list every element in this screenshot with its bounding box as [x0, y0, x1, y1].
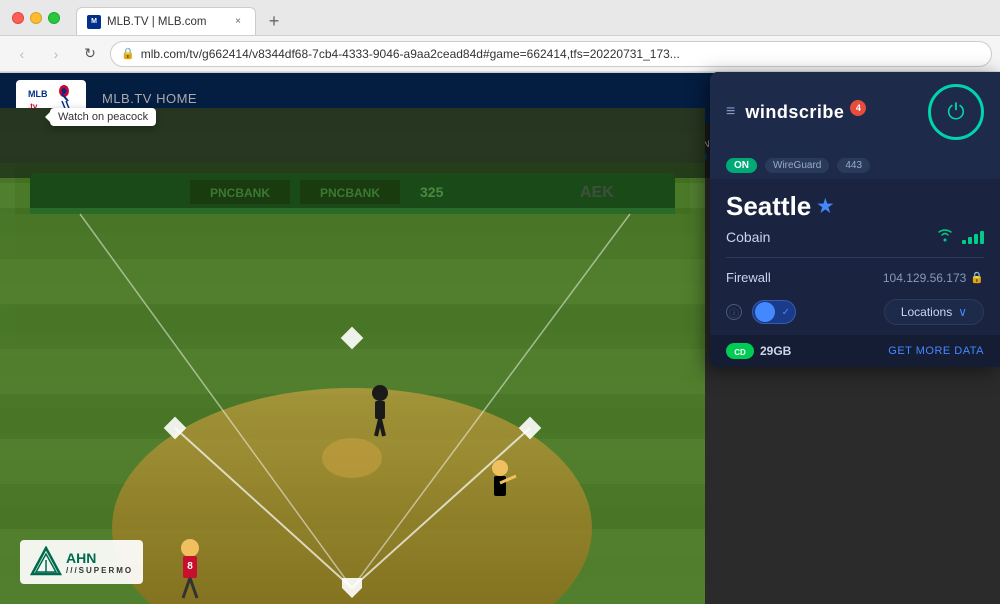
power-icon: ⏻ [947, 99, 964, 125]
signal-bar-2 [968, 237, 972, 244]
tooltip-arrow [45, 112, 50, 122]
toggle-thumb [755, 302, 775, 322]
svg-text:8: 8 [187, 561, 193, 572]
toggle-check: ✓ [782, 307, 790, 318]
svg-text:AEK: AEK [580, 184, 614, 201]
signal-bar-4 [980, 231, 984, 244]
browser-chrome: M MLB.TV | MLB.com × + ‹ › ↻ 🔒 mlb.com/t… [0, 0, 1000, 73]
ahn-brand-text: AHN ///SUPERMO [66, 550, 133, 575]
tab-close-button[interactable]: × [231, 15, 245, 29]
port-badge: 443 [837, 158, 870, 173]
ahn-logo-svg [30, 546, 62, 578]
firewall-toggle[interactable]: ✓ [752, 300, 796, 324]
minimize-button[interactable] [30, 12, 42, 24]
maximize-button[interactable] [48, 12, 60, 24]
url-text: mlb.com/tv/g662414/v8344df68-7cb4-4333-9… [141, 47, 981, 61]
ahn-logo: AHN ///SUPERMO [30, 546, 133, 578]
mlb-nav-title: MLB.TV HOME [102, 91, 197, 106]
forward-button[interactable]: › [42, 40, 70, 68]
ws-toggle-row: ⓘ ✓ Locations ∨ [710, 293, 1000, 335]
protocol-badge: WireGuard [765, 158, 829, 173]
ahn-overlay: AHN ///SUPERMO [20, 540, 143, 584]
peacock-tooltip: Watch on peacock [50, 108, 156, 126]
data-remaining: 29GB [760, 344, 791, 358]
locations-text: Locations [901, 305, 952, 319]
tab-title: MLB.TV | MLB.com [107, 16, 225, 28]
browser-tabs: M MLB.TV | MLB.com × + [76, 0, 988, 35]
chevron-down-icon: ∨ [958, 305, 967, 319]
on-badge: ON [726, 158, 757, 173]
menu-icon[interactable]: ≡ [726, 103, 735, 121]
video-container: PNCBANK PNCBANK 325 AEK [0, 108, 705, 604]
back-button[interactable]: ‹ [8, 40, 36, 68]
ws-server-row: Cobain [726, 228, 984, 245]
svg-text:325: 325 [420, 184, 444, 200]
svg-text:PNCBANK: PNCBANK [320, 186, 380, 200]
svg-text:MLB: MLB [28, 89, 48, 99]
refresh-button[interactable]: ↻ [76, 40, 104, 68]
tab-favicon: M [87, 15, 101, 29]
wifi-icon [936, 228, 954, 245]
divider-1 [726, 257, 984, 258]
ws-firewall-row: Firewall 104.129.56.173 🔒 [710, 262, 1000, 293]
address-bar[interactable]: 🔒 mlb.com/tv/g662414/v8344df68-7cb4-4333… [110, 41, 992, 67]
close-button[interactable] [12, 12, 24, 24]
ws-status-bar: ON WireGuard 443 [710, 152, 1000, 179]
ws-data-left: CD 29GB [726, 343, 791, 359]
browser-toolbar: ‹ › ↻ 🔒 mlb.com/tv/g662414/v8344df68-7cb… [0, 36, 1000, 72]
ip-lock-icon: 🔒 [970, 271, 984, 284]
windscribe-panel: ≡ windscribe 4 ⏻ ON WireGuard 443 Seattl… [710, 72, 1000, 367]
ip-address: 104.129.56.173 🔒 [883, 271, 984, 285]
favorite-star[interactable]: ★ [817, 196, 833, 217]
signal-bars [962, 230, 984, 244]
ws-logo-text: windscribe [745, 102, 844, 123]
svg-text:CD: CD [734, 348, 746, 357]
svg-text:PNCBANK: PNCBANK [210, 186, 270, 200]
firewall-label: Firewall [726, 270, 771, 285]
ws-logo-area: windscribe 4 [745, 102, 918, 123]
active-tab[interactable]: M MLB.TV | MLB.com × [76, 7, 256, 35]
ws-footer: CD 29GB GET MORE DATA [710, 335, 1000, 367]
locations-button[interactable]: Locations ∨ [884, 299, 984, 325]
browser-titlebar: M MLB.TV | MLB.com × + [0, 0, 1000, 36]
supermo-text: ///SUPERMO [66, 566, 133, 575]
notification-badge: 4 [850, 100, 866, 116]
info-icon[interactable]: ⓘ [726, 304, 742, 320]
get-more-data-button[interactable]: GET MORE DATA [888, 345, 984, 357]
signal-bar-3 [974, 234, 978, 244]
signal-bar-1 [962, 240, 966, 244]
baseball-field-svg: PNCBANK PNCBANK 325 AEK [0, 108, 705, 604]
data-icon: CD [726, 343, 754, 359]
ws-city: Seattle ★ [726, 191, 984, 222]
power-button[interactable]: ⏻ [928, 84, 984, 140]
ws-header: ≡ windscribe 4 ⏻ [710, 72, 1000, 152]
ws-server-name: Cobain [726, 229, 928, 245]
ahn-text: AHN [66, 550, 133, 566]
ws-location-section: Seattle ★ Cobain [710, 179, 1000, 253]
traffic-lights [12, 12, 60, 24]
lock-icon: 🔒 [121, 47, 135, 60]
new-tab-button[interactable]: + [260, 7, 288, 35]
